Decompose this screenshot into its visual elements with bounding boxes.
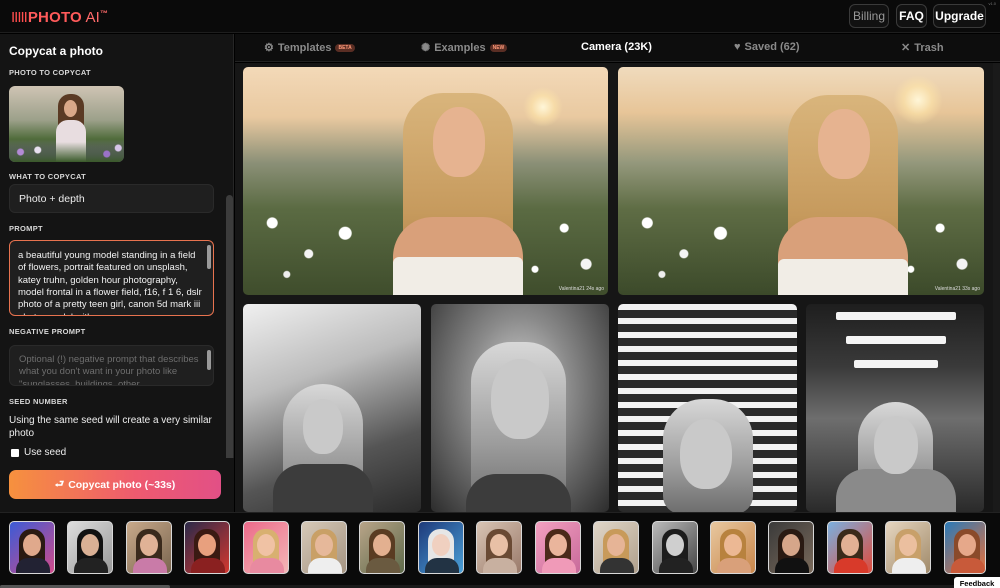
gallery-scrollbar[interactable] bbox=[993, 63, 1000, 512]
new-badge: NEW bbox=[489, 43, 508, 52]
tab-saved[interactable]: ♥ Saved (62) bbox=[734, 41, 800, 53]
recent-thumbnail[interactable] bbox=[827, 521, 873, 574]
prompt-scrollbar[interactable] bbox=[207, 245, 211, 269]
gear-icon: ⚙ bbox=[264, 42, 274, 54]
sidebar-title: Copycat a photo bbox=[9, 44, 104, 58]
what-to-copycat-select[interactable]: Photo + depth bbox=[9, 184, 214, 213]
version-text: v1.0 bbox=[988, 1, 996, 6]
x-icon: ✕ bbox=[901, 42, 911, 54]
recent-photos-strip: Feedback bbox=[0, 512, 1000, 588]
logo-ai: AI bbox=[81, 9, 101, 26]
photo-gallery: Valentina21 24s ago Valentina21 33s ago bbox=[235, 63, 1000, 512]
prompt-textarea[interactable]: a beautiful young model standing in a fi… bbox=[9, 240, 214, 316]
photo-credit: Valentina21 33s ago bbox=[934, 286, 980, 292]
recent-thumbnail[interactable] bbox=[184, 521, 230, 574]
recent-thumbnail[interactable] bbox=[243, 521, 289, 574]
recent-thumbnail[interactable] bbox=[768, 521, 814, 574]
tab-saved-label: Saved (62) bbox=[744, 41, 800, 53]
recent-thumbnail[interactable] bbox=[476, 521, 522, 574]
negative-prompt-placeholder: Optional (!) negative prompt that descri… bbox=[19, 354, 199, 386]
recent-thumbnail[interactable] bbox=[359, 521, 405, 574]
copycat-button-label: Copycat photo (~33s) bbox=[68, 478, 176, 491]
upgrade-button[interactable]: Upgrade bbox=[933, 4, 986, 28]
gallery-photo[interactable] bbox=[243, 304, 421, 512]
beta-badge: BETA bbox=[335, 43, 355, 52]
recent-thumbnail[interactable] bbox=[126, 521, 172, 574]
use-seed-checkbox[interactable]: Use seed bbox=[11, 447, 66, 458]
recent-thumbnail[interactable] bbox=[418, 521, 464, 574]
feedback-button[interactable]: Feedback bbox=[954, 577, 1000, 588]
gallery-photo[interactable] bbox=[431, 304, 609, 512]
prompt-text: a beautiful young model standing in a fi… bbox=[18, 250, 202, 315]
gallery-photo[interactable]: Valentina21 24s ago bbox=[243, 67, 608, 295]
app-logo[interactable]: IIIIIPHOTO AI™ bbox=[11, 9, 108, 26]
checkbox-box[interactable] bbox=[11, 448, 19, 457]
gallery-tabs: ⚙ Templates BETA ✺ Examples NEW Camera (… bbox=[235, 34, 1000, 62]
gallery-photo[interactable] bbox=[806, 304, 984, 512]
what-to-copycat-label: WHAT TO COPYCAT bbox=[9, 172, 86, 181]
tab-camera[interactable]: Camera (23K) bbox=[581, 41, 652, 53]
negative-prompt-textarea[interactable]: Optional (!) negative prompt that descri… bbox=[9, 345, 214, 386]
logo-text: PHOTO bbox=[27, 9, 82, 26]
logo-tm: ™ bbox=[100, 9, 109, 18]
sidebar-scrollbar[interactable] bbox=[226, 195, 233, 489]
return-arrow-icon: ⮐ bbox=[54, 477, 65, 490]
negative-prompt-label: NEGATIVE PROMPT bbox=[9, 327, 86, 336]
tab-trash-label: Trash bbox=[914, 41, 944, 54]
billing-button[interactable]: Billing bbox=[849, 4, 889, 28]
tab-examples[interactable]: ✺ Examples NEW bbox=[421, 41, 508, 54]
photo-to-copycat-label: PHOTO TO COPYCAT bbox=[9, 68, 91, 77]
recent-thumbnail[interactable] bbox=[9, 521, 55, 574]
seed-description: Using the same seed will create a very s… bbox=[9, 415, 212, 439]
recent-thumbnail[interactable] bbox=[535, 521, 581, 574]
reference-photo[interactable] bbox=[9, 86, 124, 162]
sparkle-icon: ✺ bbox=[421, 42, 431, 54]
recent-thumbnail[interactable] bbox=[67, 521, 113, 574]
prompt-label: PROMPT bbox=[9, 224, 43, 233]
photo-credit: Valentina21 24s ago bbox=[558, 286, 604, 292]
heart-icon: ♥ bbox=[734, 41, 741, 53]
tab-templates[interactable]: ⚙ Templates BETA bbox=[264, 41, 355, 54]
recent-thumbnail[interactable] bbox=[885, 521, 931, 574]
recent-thumbnail[interactable] bbox=[652, 521, 698, 574]
faq-button[interactable]: FAQ bbox=[896, 4, 927, 28]
seed-number-label: SEED NUMBER bbox=[9, 397, 68, 406]
sidebar: Copycat a photo PHOTO TO COPYCAT WHAT TO… bbox=[0, 34, 234, 512]
copycat-photo-button[interactable]: ⮐ Copycat photo (~33s) bbox=[9, 470, 221, 499]
negative-prompt-scrollbar[interactable] bbox=[207, 350, 211, 370]
tab-examples-label: Examples bbox=[434, 41, 486, 54]
gallery-photo[interactable] bbox=[618, 304, 797, 512]
gallery-photo[interactable]: Valentina21 33s ago bbox=[618, 67, 984, 295]
recent-thumbnail[interactable] bbox=[944, 521, 986, 574]
tab-camera-label: Camera (23K) bbox=[581, 41, 652, 53]
recent-thumbnail[interactable] bbox=[593, 521, 639, 574]
top-bar: IIIIIPHOTO AI™ Billing FAQ Upgrade v1.0 bbox=[0, 0, 1000, 33]
tab-trash[interactable]: ✕ Trash bbox=[901, 41, 944, 55]
logo-bars: IIIII bbox=[11, 9, 28, 26]
sidebar-footer: ⮐ Copycat photo (~33s) bbox=[0, 458, 234, 512]
use-seed-label: Use seed bbox=[24, 447, 67, 458]
recent-thumbnail[interactable] bbox=[710, 521, 756, 574]
recent-thumbnail[interactable] bbox=[301, 521, 347, 574]
tab-templates-label: Templates bbox=[277, 41, 332, 54]
